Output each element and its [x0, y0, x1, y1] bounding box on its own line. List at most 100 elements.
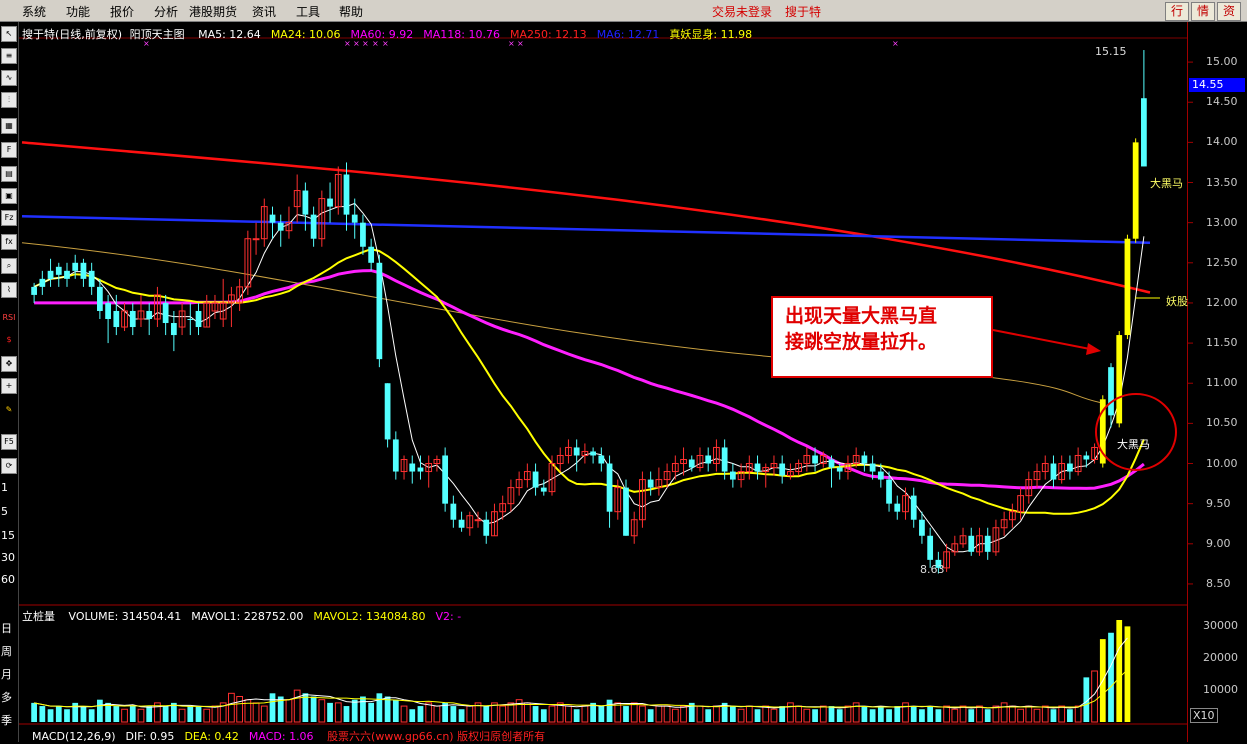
period-5min[interactable]: 5	[1, 505, 8, 518]
toolbar-refresh-icon[interactable]: ⟳	[1, 458, 17, 474]
candle	[671, 455, 679, 480]
candle	[762, 463, 770, 488]
volume-bar	[178, 708, 186, 723]
candle	[162, 294, 169, 336]
volume-bar	[639, 705, 646, 723]
volume-bar	[754, 709, 761, 722]
volume-bar	[327, 702, 333, 722]
high-price-label: 15.15	[1095, 45, 1127, 58]
volume-bar	[360, 696, 366, 722]
candle-body	[984, 535, 991, 552]
toolbar-minute-icon[interactable]: ≡	[1, 48, 17, 64]
ma250-line	[21, 141, 1151, 294]
toolbar-move-icon[interactable]: ✥	[1, 356, 17, 372]
candle	[573, 439, 580, 472]
volume-bar	[384, 696, 391, 722]
volume-bar	[1074, 705, 1082, 723]
volume-bar	[187, 706, 194, 722]
candle-body	[1083, 455, 1090, 460]
macd-legend-item-0: MACD(12,26,9)	[32, 730, 116, 743]
toolbar-rsi-icon[interactable]: RSI	[1, 310, 17, 326]
candle-body	[532, 471, 539, 488]
toolbar-fiz-icon[interactable]: Fz	[1, 210, 17, 226]
candle	[1017, 487, 1024, 520]
candle	[581, 443, 589, 464]
price-tick-6: 12.00	[1206, 295, 1238, 309]
volume-bar	[1067, 709, 1073, 722]
toolbar-f5-icon[interactable]: F5	[1, 434, 17, 450]
toolbar-dollar-icon[interactable]: $	[1, 332, 17, 348]
volume-bar	[376, 693, 383, 722]
period-60min[interactable]: 60	[1, 573, 15, 586]
volume-bar	[861, 706, 868, 722]
period-30min[interactable]: 30	[1, 551, 15, 564]
volume-indicator-name: 立桩量	[22, 610, 55, 623]
candle	[483, 511, 490, 544]
candle-body	[688, 459, 695, 468]
candle-body	[828, 459, 835, 468]
toolbar-f10-icon[interactable]: F	[1, 142, 17, 158]
period-day[interactable]: 日	[1, 620, 12, 636]
volume-bar	[696, 705, 704, 723]
period-1min[interactable]: 1	[1, 481, 8, 494]
toolbar-search-icon[interactable]: ⌕	[1, 258, 17, 274]
toolbar-chart-icon[interactable]: ⌇	[1, 282, 17, 298]
candle-body	[1050, 463, 1057, 480]
toolbar-plus-icon[interactable]: +	[1, 378, 17, 394]
toolbar-kline-icon[interactable]: ⫶	[1, 92, 17, 108]
ma-legend-item-5: MA6: 12.71	[596, 28, 660, 41]
candle	[515, 471, 523, 496]
candle-body	[1124, 238, 1131, 336]
toolbar-bars-icon[interactable]: ▤	[1, 166, 17, 182]
candle-body	[450, 503, 457, 520]
volume-bar	[146, 706, 153, 722]
candle-body	[540, 487, 547, 492]
ma24-line	[33, 248, 1145, 515]
candle-body	[729, 471, 736, 480]
candle-body	[39, 278, 46, 287]
period-15min[interactable]: 15	[1, 529, 15, 542]
ma-legend: MA5: 12.64 MA24: 10.06 MA60: 9.92 MA118: 10…	[188, 28, 752, 41]
candle-body	[573, 447, 580, 456]
volume-bar	[1108, 632, 1114, 722]
candle-body	[55, 266, 62, 275]
candle-body	[1132, 142, 1139, 239]
period-multi[interactable]: 多	[1, 689, 12, 705]
toolbar-table-icon[interactable]: ▦	[1, 118, 17, 134]
candle	[1000, 511, 1008, 536]
volume-bar	[31, 702, 37, 722]
toolbar-pencil-icon[interactable]: ✎	[1, 402, 17, 418]
candle	[959, 527, 967, 548]
candle	[590, 447, 596, 464]
candle	[984, 527, 991, 560]
kline-chart[interactable]: × × × × × × × × ×	[0, 0, 1247, 742]
volume-bar	[828, 706, 835, 722]
candle	[696, 447, 704, 472]
candle	[565, 439, 572, 464]
candle	[663, 463, 671, 488]
candle	[146, 302, 153, 336]
toolbar-doc-icon[interactable]: ▣	[1, 188, 17, 204]
volume-bar	[680, 705, 687, 723]
volume-bar	[935, 709, 942, 722]
annotation-arrow-head	[1086, 343, 1101, 355]
period-week[interactable]: 周	[1, 643, 12, 659]
toolbar-cursor-icon[interactable]: ↖	[1, 26, 17, 42]
toolbar-fx-icon[interactable]: fx	[1, 234, 17, 250]
candle	[491, 503, 498, 537]
volume-bar	[507, 702, 515, 723]
candle-body	[606, 463, 613, 512]
candle-body	[836, 467, 843, 472]
indicator-name: 阳顶天主图	[129, 28, 185, 41]
candle-body	[1116, 335, 1123, 424]
volume-bar	[121, 708, 128, 723]
volume-bar	[548, 705, 556, 723]
period-month[interactable]: 月	[1, 666, 12, 682]
toolbar-line-icon[interactable]: ∿	[1, 70, 17, 86]
volume-bar	[458, 709, 465, 722]
candle-body	[1067, 463, 1073, 472]
ma-legend-item-0: MA5: 12.64	[198, 28, 261, 41]
price-tick-1: 14.50	[1206, 95, 1238, 109]
period-season[interactable]: 季	[1, 712, 12, 728]
annotation-line2: 接跳空放量拉升。	[785, 331, 938, 353]
